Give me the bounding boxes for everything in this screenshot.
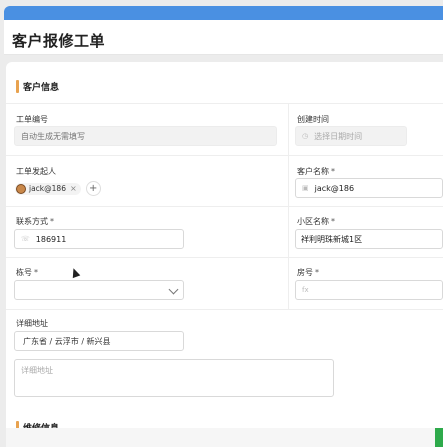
region-value: 广东省 / 云浮市 / 新兴县 bbox=[23, 336, 111, 346]
created-at-label: 创建时间 bbox=[297, 115, 329, 124]
divider bbox=[6, 155, 443, 156]
initiator-tag-label: jack@186 bbox=[29, 184, 66, 193]
close-icon[interactable]: × bbox=[70, 184, 77, 193]
section-accent-bar bbox=[16, 79, 19, 93]
ticket-no-field: 自动生成无需填写 bbox=[14, 126, 277, 146]
customer-name-label: 客户名称 * bbox=[297, 167, 335, 176]
section-customer-info: 客户信息 bbox=[16, 79, 59, 93]
phone-icon: ☏ bbox=[21, 235, 30, 243]
ticket-no-value: 自动生成无需填写 bbox=[21, 131, 85, 141]
divider bbox=[6, 309, 443, 310]
created-at-placeholder: 选择日期时间 bbox=[314, 131, 363, 141]
region-cascader[interactable]: 广东省 / 云浮市 / 新兴县 bbox=[14, 331, 184, 351]
contact-input[interactable]: ☏ 186911 bbox=[14, 229, 184, 249]
community-label: 小区名称 * bbox=[297, 217, 335, 226]
community-value: 祥利明珠新城1区 bbox=[301, 234, 363, 244]
address-detail-placeholder: 详细地址 bbox=[21, 366, 53, 375]
bottom-toolbar bbox=[6, 428, 435, 447]
initiator-label: 工单发起人 bbox=[16, 167, 56, 176]
divider bbox=[6, 206, 443, 207]
building-label: 栋号 * bbox=[16, 268, 38, 277]
submit-button[interactable] bbox=[435, 428, 443, 447]
contact-value: 186911 bbox=[35, 234, 67, 244]
customer-name-value: jack@186 bbox=[314, 183, 355, 193]
app-top-bar bbox=[4, 6, 443, 20]
user-icon: ▣ bbox=[302, 184, 309, 192]
created-at-picker[interactable]: ◷ 选择日期时间 bbox=[295, 126, 407, 146]
page-title: 客户报修工单 bbox=[12, 32, 106, 50]
room-label: 房号 * bbox=[297, 268, 319, 277]
ticket-no-label: 工单编号 bbox=[16, 115, 48, 124]
add-user-button[interactable]: + bbox=[85, 181, 101, 196]
room-icon: fx bbox=[302, 286, 309, 294]
section-title: 客户信息 bbox=[23, 82, 60, 93]
building-select[interactable] bbox=[14, 280, 184, 300]
divider bbox=[6, 257, 443, 258]
address-detail-textarea[interactable]: 详细地址 bbox=[14, 359, 334, 397]
chevron-down-icon bbox=[168, 284, 179, 295]
avatar bbox=[16, 183, 26, 194]
divider bbox=[6, 103, 443, 104]
calendar-icon: ◷ bbox=[302, 132, 309, 140]
room-input[interactable]: fx bbox=[295, 280, 443, 300]
initiator-tag[interactable]: jack@186 × bbox=[15, 182, 81, 195]
address-label: 详细地址 bbox=[16, 319, 48, 328]
customer-name-field[interactable]: ▣ jack@186 bbox=[295, 178, 443, 198]
contact-label: 联系方式 * bbox=[16, 217, 54, 226]
community-input[interactable]: 祥利明珠新城1区 bbox=[295, 229, 443, 249]
initiator-picker: jack@186 × + bbox=[15, 181, 101, 196]
page-header: 客户报修工单 bbox=[4, 20, 443, 55]
